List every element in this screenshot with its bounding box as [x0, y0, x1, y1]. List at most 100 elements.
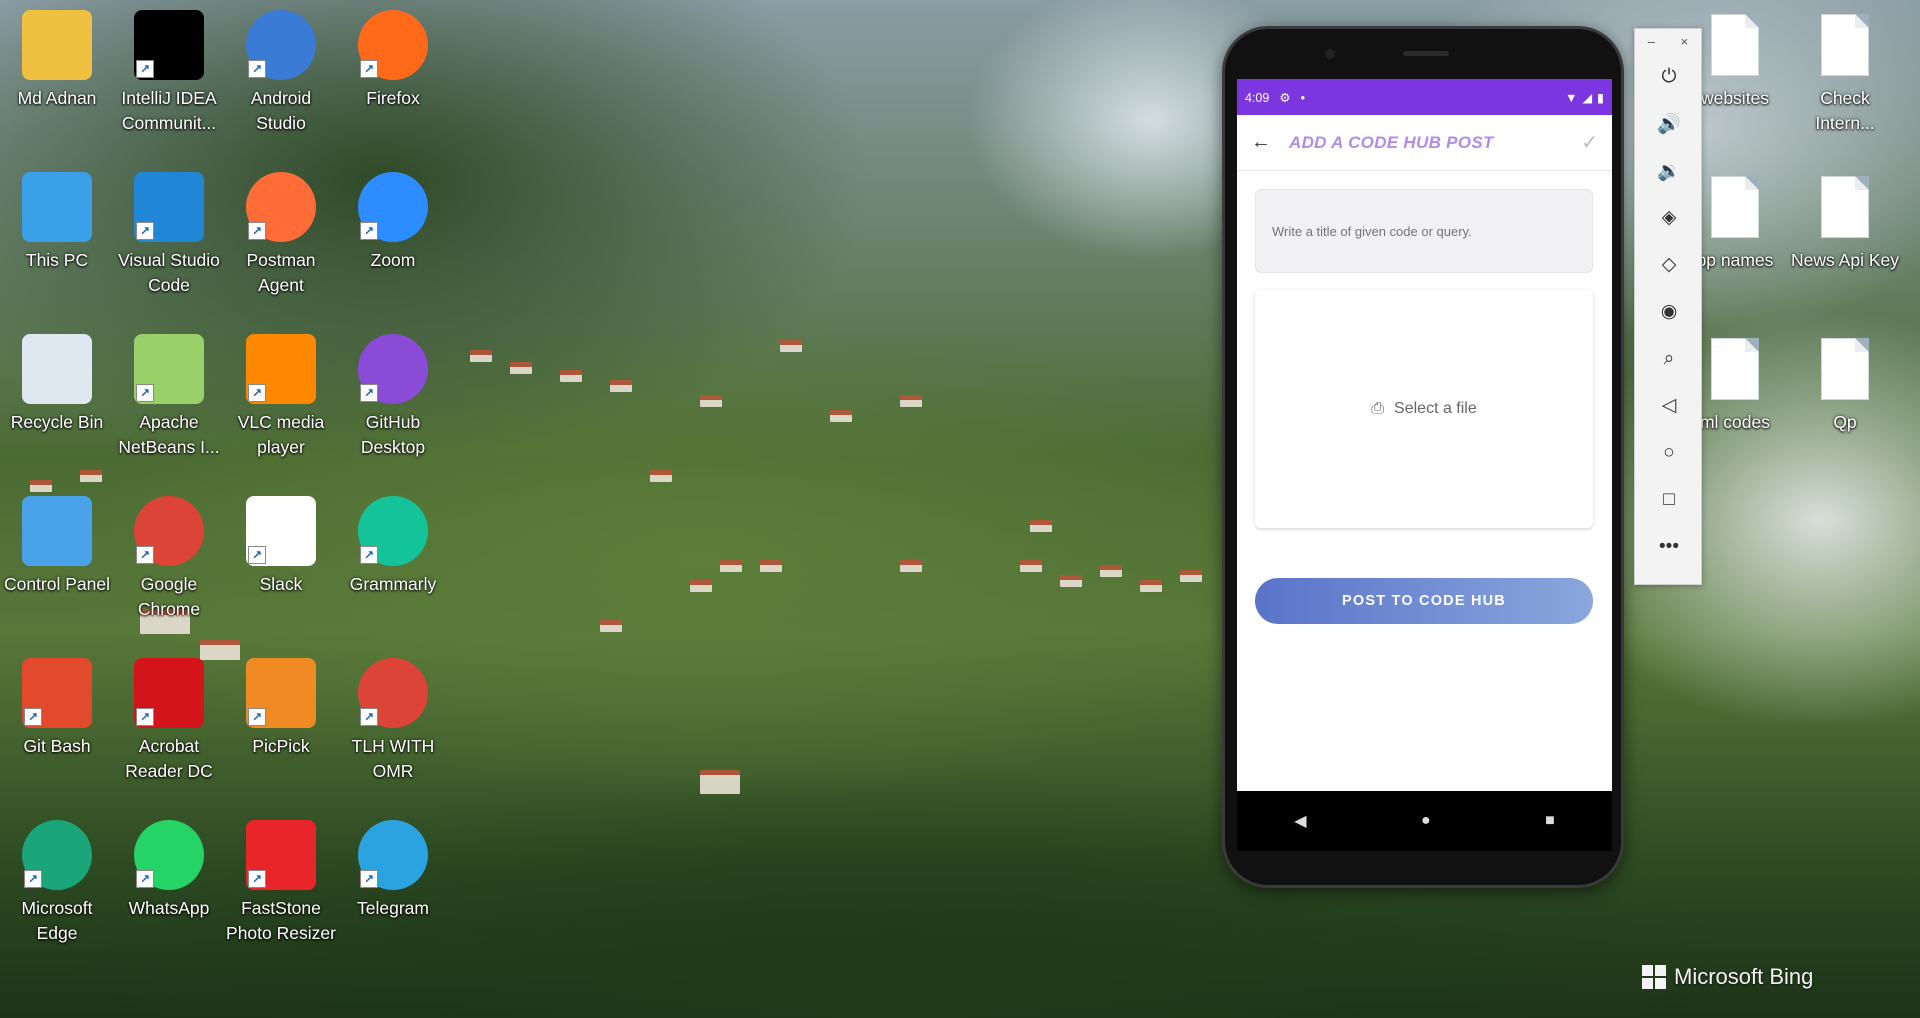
desktop-icon-label: Acrobat Reader DC: [125, 736, 213, 781]
desktop-icon-label: FastStone Photo Resizer: [226, 898, 336, 943]
desktop-file-icon[interactable]: Qp: [1790, 334, 1900, 435]
android-emulator: 4:09 ⚙ • ▼ ◢ ▮ ← ADD A CODE HUB POST ✓ ⎙…: [1222, 26, 1624, 888]
desktop-icon-label: Zoom: [370, 250, 416, 270]
desktop-icon[interactable]: ↗ Grammarly: [338, 496, 448, 597]
desktop-icon[interactable]: ↗ VLC media player: [226, 334, 336, 460]
gear-icon: ⚙: [1279, 91, 1291, 105]
camera-dot: [1325, 49, 1335, 59]
github-icon: ↗: [358, 334, 428, 404]
desktop-icon[interactable]: ↗ Telegram: [338, 820, 448, 921]
zoom-icon: ↗: [358, 172, 428, 242]
desktop-icon[interactable]: ↗ FastStone Photo Resizer: [226, 820, 336, 946]
document-icon: [1810, 334, 1880, 404]
toolbar: ← ADD A CODE HUB POST ✓: [1237, 115, 1612, 171]
shortcut-arrow-icon: ↗: [360, 708, 378, 726]
desktop-icon[interactable]: ↗ Git Bash: [2, 658, 112, 759]
shortcut-arrow-icon: ↗: [24, 870, 42, 888]
back-icon[interactable]: ◁: [1635, 382, 1703, 429]
desktop-icon-label: IntelliJ IDEA Communit...: [121, 88, 217, 133]
nav-back-icon[interactable]: ◀: [1294, 811, 1306, 831]
emulator-buttons: ⏻ 🔊 🔉 ◈ ◇ ◉ ⌕ ◁ ○ □ •••: [1635, 53, 1701, 570]
shortcut-arrow-icon: ↗: [248, 708, 266, 726]
android-studio-icon: ↗: [246, 10, 316, 80]
desktop-icon-label: Microsoft Edge: [21, 898, 93, 943]
shortcut-arrow-icon: ↗: [360, 870, 378, 888]
desktop-icon-label: Firefox: [366, 88, 420, 108]
power-icon[interactable]: ⏻: [1635, 53, 1703, 100]
desktop-icon[interactable]: ↗ Slack: [226, 496, 336, 597]
acrobat-icon: ↗: [134, 658, 204, 728]
desktop-icon-label: This PC: [25, 250, 89, 270]
desktop-file-icon[interactable]: News Api Key: [1790, 172, 1900, 273]
rotate-right-icon[interactable]: ◇: [1635, 241, 1703, 288]
desktop-icon[interactable]: ↗ Firefox: [338, 10, 448, 111]
shortcut-arrow-icon: ↗: [360, 222, 378, 240]
shortcut-arrow-icon: ↗: [136, 60, 154, 78]
desktop-icon[interactable]: Control Panel: [2, 496, 112, 597]
rotate-left-icon[interactable]: ◈: [1635, 194, 1703, 241]
form-content: ⎙ Select a file POST TO CODE HUB: [1237, 172, 1612, 791]
camera-icon[interactable]: ◉: [1635, 288, 1703, 335]
check-icon[interactable]: ✓: [1581, 130, 1598, 155]
phone-screen: 4:09 ⚙ • ▼ ◢ ▮ ← ADD A CODE HUB POST ✓ ⎙…: [1237, 79, 1612, 851]
desktop-icon-label: PicPick: [252, 736, 310, 756]
desktop-icon[interactable]: ↗ IntelliJ IDEA Communit...: [114, 10, 224, 136]
desktop-icon[interactable]: ↗ WhatsApp: [114, 820, 224, 921]
close-button[interactable]: ×: [1681, 34, 1689, 49]
desktop-icon-label: GitHub Desktop: [360, 412, 426, 457]
desktop-icon[interactable]: Recycle Bin: [2, 334, 112, 435]
desktop-icon-label: Google Chrome: [137, 574, 201, 619]
shortcut-arrow-icon: ↗: [248, 60, 266, 78]
shortcut-arrow-icon: ↗: [248, 870, 266, 888]
computer-icon: [22, 172, 92, 242]
desktop-icon[interactable]: ↗ Visual Studio Code: [114, 172, 224, 298]
vscode-icon: ↗: [134, 172, 204, 242]
app-bar: ← ADD A CODE HUB POST ✓: [1237, 115, 1612, 171]
desktop-file-icon[interactable]: Check Intern...: [1790, 10, 1900, 136]
desktop-icon-label: TLH WITH OMR: [351, 736, 435, 781]
shortcut-arrow-icon: ↗: [360, 60, 378, 78]
nav-home-icon[interactable]: ●: [1421, 812, 1431, 830]
slack-icon: ↗: [246, 496, 316, 566]
desktop-icon[interactable]: ↗ Google Chrome: [114, 496, 224, 622]
shortcut-arrow-icon: ↗: [136, 870, 154, 888]
emulator-toolbar: – × ⏻ 🔊 🔉 ◈ ◇ ◉ ⌕ ◁ ○ □ •••: [1634, 28, 1702, 585]
zoom-icon[interactable]: ⌕: [1635, 335, 1703, 382]
document-icon: [1810, 172, 1880, 242]
desktop-icon[interactable]: ↗ Acrobat Reader DC: [114, 658, 224, 784]
intellij-icon: ↗: [134, 10, 204, 80]
shortcut-arrow-icon: ↗: [360, 546, 378, 564]
overview-icon[interactable]: □: [1635, 476, 1703, 523]
arrow-left-icon[interactable]: ←: [1251, 131, 1271, 154]
status-dot: •: [1300, 90, 1305, 105]
desktop-icon[interactable]: ↗ Microsoft Edge: [2, 820, 112, 946]
desktop-icon[interactable]: ↗ Apache NetBeans I...: [114, 334, 224, 460]
desktop-icon[interactable]: This PC: [2, 172, 112, 273]
bing-watermark: Microsoft Bing: [1642, 964, 1813, 990]
shortcut-arrow-icon: ↗: [360, 384, 378, 402]
desktop-icon[interactable]: ↗ GitHub Desktop: [338, 334, 448, 460]
volume-down-icon[interactable]: 🔉: [1635, 147, 1703, 194]
shortcut-arrow-icon: ↗: [248, 546, 266, 564]
home-icon[interactable]: ○: [1635, 429, 1703, 476]
edge-icon: ↗: [22, 820, 92, 890]
desktop-icon-label: Recycle Bin: [10, 412, 104, 432]
git-bash-icon: ↗: [22, 658, 92, 728]
title-input[interactable]: [1255, 189, 1593, 273]
desktop-icon[interactable]: ↗ Android Studio: [226, 10, 336, 136]
volume-up-icon[interactable]: 🔊: [1635, 100, 1703, 147]
desktop-icon[interactable]: Md Adnan: [2, 10, 112, 111]
desktop-icon[interactable]: ↗ PicPick: [226, 658, 336, 759]
desktop-icon[interactable]: ↗ Postman Agent: [226, 172, 336, 298]
document-icon: [1810, 10, 1880, 80]
desktop-icon[interactable]: ↗ Zoom: [338, 172, 448, 273]
speaker-grille: [1403, 51, 1449, 56]
shortcut-arrow-icon: ↗: [136, 546, 154, 564]
desktop-icon[interactable]: ↗ TLH WITH OMR: [338, 658, 448, 784]
select-file-button[interactable]: ⎙ Select a file: [1255, 290, 1593, 528]
nav-overview-icon[interactable]: ■: [1545, 812, 1555, 830]
battery-icon: ▮: [1597, 91, 1604, 105]
minimize-button[interactable]: –: [1648, 34, 1655, 49]
post-to-code-hub-button[interactable]: POST TO CODE HUB: [1255, 578, 1593, 624]
more-icon[interactable]: •••: [1635, 523, 1703, 570]
